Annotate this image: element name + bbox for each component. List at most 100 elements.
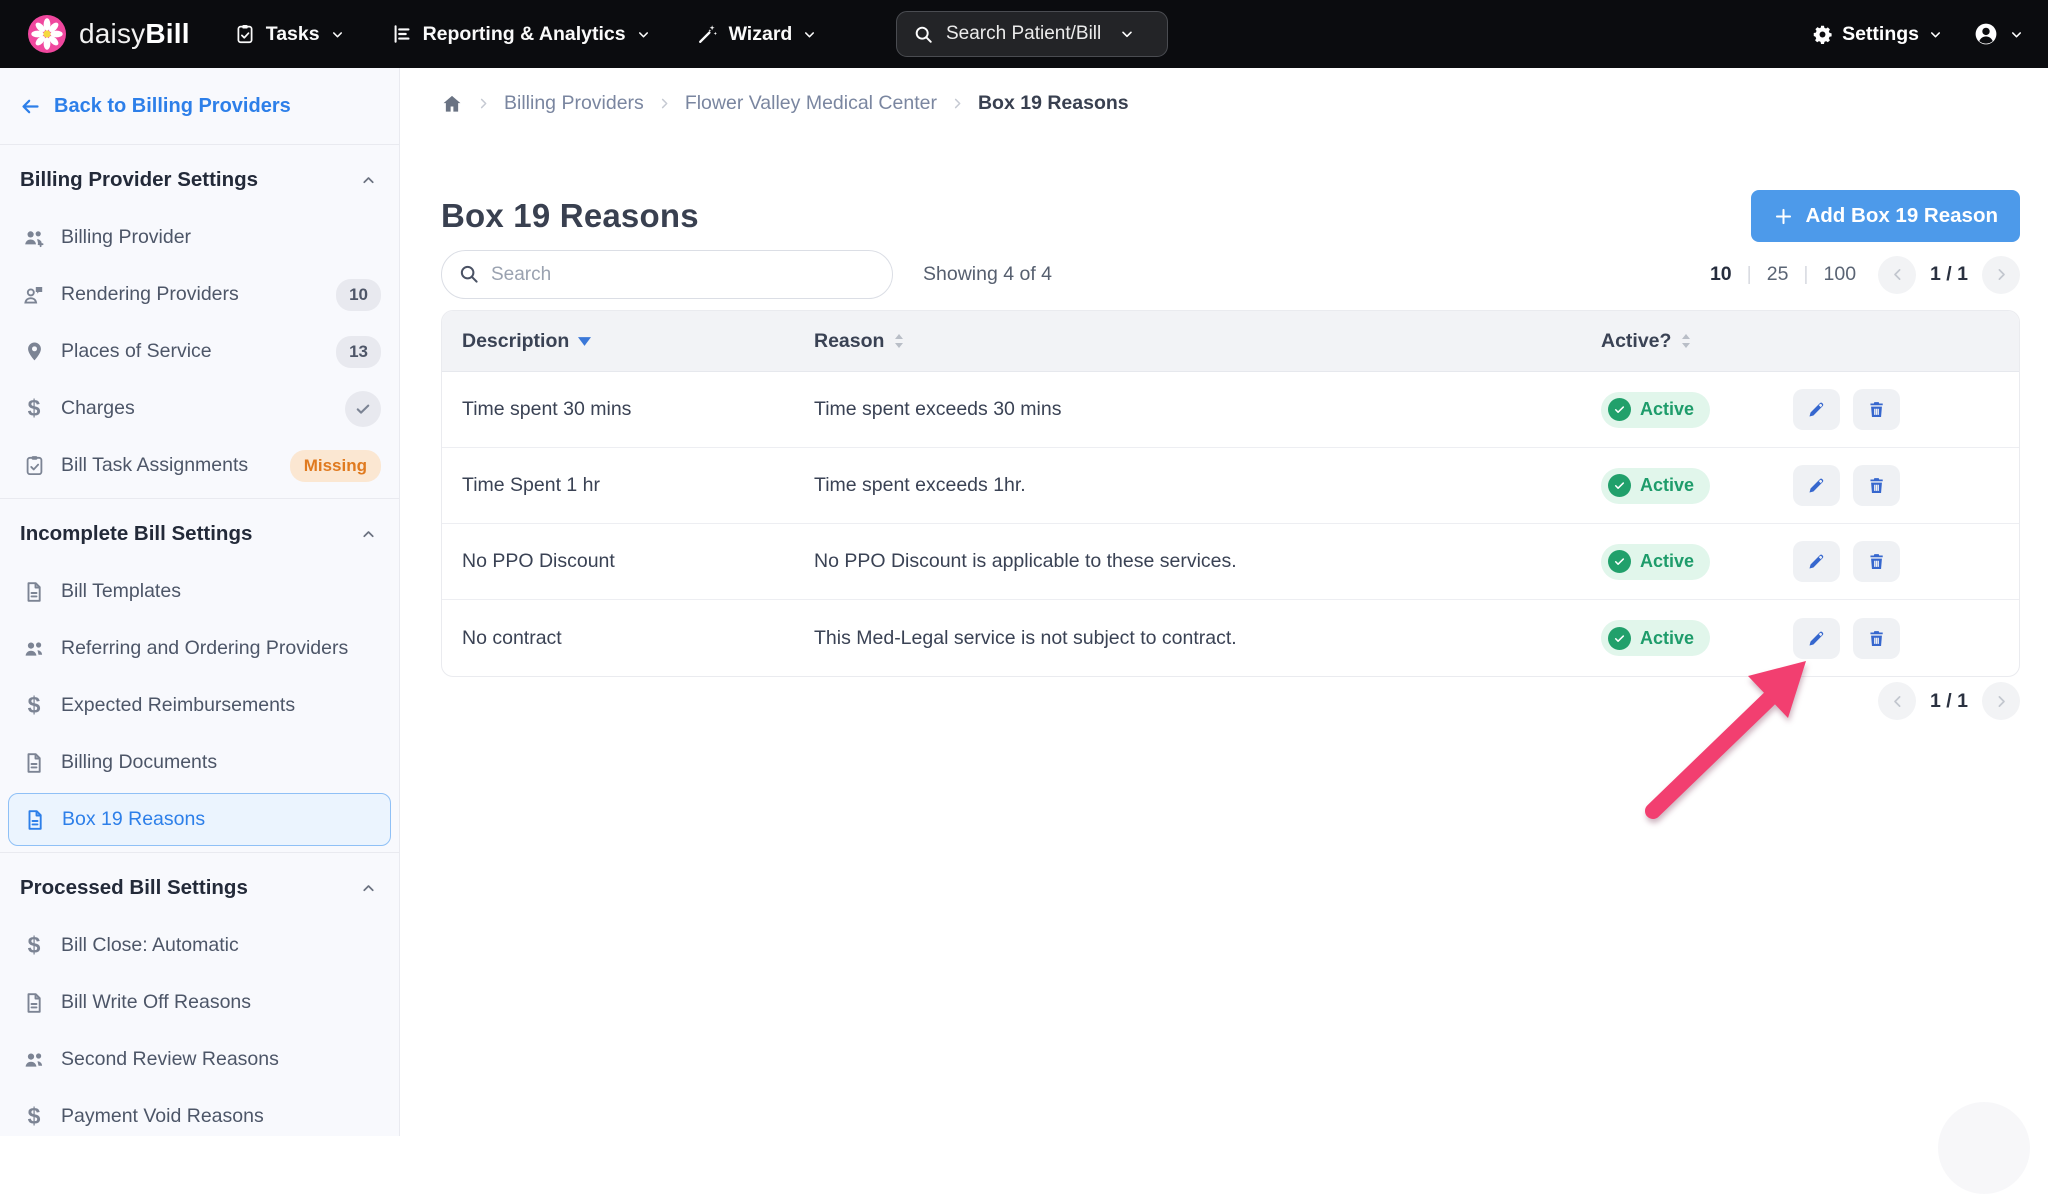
section-processed-bill-settings: Processed Bill Settings $ Bill Close: Au… — [0, 853, 399, 1136]
sidebar-item-billing-provider[interactable]: Billing Provider — [0, 209, 399, 266]
table-row: No PPO Discount No PPO Discount is appli… — [442, 524, 2019, 600]
settings-sidebar: Back to Billing Providers Billing Provid… — [0, 68, 400, 1136]
nav-tasks-label: Tasks — [266, 23, 320, 46]
chevron-up-icon — [360, 172, 377, 189]
wand-icon — [697, 23, 719, 45]
sidebar-item-bill-task-assignments[interactable]: Bill Task Assignments Missing — [0, 437, 399, 494]
column-label: Active? — [1601, 330, 1671, 353]
arrow-left-icon — [20, 96, 41, 117]
sidebar-item-charges[interactable]: $ Charges — [0, 380, 399, 437]
cell-description: Time Spent 1 hr — [442, 474, 794, 497]
help-widget-peek[interactable] — [1938, 1102, 2030, 1194]
section-incomplete-bill-settings: Incomplete Bill Settings Bill Templates … — [0, 499, 399, 853]
sidebar-item-payment-void-reasons[interactable]: $ Payment Void Reasons — [0, 1088, 399, 1136]
search-icon — [913, 24, 934, 45]
breadcrumb-current-page: Box 19 Reasons — [978, 92, 1129, 115]
next-page-button[interactable] — [1982, 682, 2020, 720]
trash-icon — [1866, 475, 1887, 496]
sidebar-item-bill-close-automatic[interactable]: $ Bill Close: Automatic — [0, 917, 399, 974]
nav-tasks[interactable]: Tasks — [234, 23, 345, 46]
edit-button[interactable] — [1793, 541, 1840, 582]
sidebar-item-rendering-providers[interactable]: Rendering Providers 10 — [0, 266, 399, 323]
column-header-description[interactable]: Description — [442, 330, 794, 353]
check-circle-icon — [1608, 627, 1631, 650]
chevron-up-icon — [360, 526, 377, 543]
users-icon — [20, 637, 48, 661]
tasks-clipboard-icon — [234, 23, 256, 45]
sidebar-item-second-review-reasons[interactable]: Second Review Reasons — [0, 1031, 399, 1088]
edit-button[interactable] — [1793, 465, 1840, 506]
add-button-label: Add Box 19 Reason — [1805, 204, 1998, 228]
brand-logo[interactable]: daisyBill — [28, 15, 190, 53]
chevron-down-icon — [802, 27, 817, 42]
edit-button[interactable] — [1793, 618, 1840, 659]
chevron-down-icon — [1119, 26, 1135, 42]
sidebar-item-label: Charges — [61, 397, 135, 420]
breadcrumb-billing-providers[interactable]: Billing Providers — [504, 92, 644, 115]
sidebar-item-label: Bill Close: Automatic — [61, 934, 239, 957]
sidebar-item-label: Rendering Providers — [61, 283, 239, 306]
sidebar-item-bill-templates[interactable]: Bill Templates — [0, 563, 399, 620]
sidebar-item-label: Bill Task Assignments — [61, 454, 248, 477]
delete-button[interactable] — [1853, 618, 1900, 659]
sidebar-item-label: Box 19 Reasons — [62, 808, 205, 831]
count-badge: 13 — [336, 336, 381, 368]
trash-icon — [1866, 399, 1887, 420]
search-input[interactable] — [441, 250, 893, 299]
sidebar-item-label: Billing Provider — [61, 226, 191, 249]
user-avatar-icon — [1973, 21, 1999, 47]
edit-button[interactable] — [1793, 389, 1840, 430]
breadcrumb-flower-valley-medical-center[interactable]: Flower Valley Medical Center — [685, 92, 937, 115]
top-navbar: daisyBill Tasks Reporting & Analytics Wi… — [0, 0, 2048, 68]
add-box-19-reason-button[interactable]: Add Box 19 Reason — [1751, 190, 2020, 242]
nav-wizard[interactable]: Wizard — [697, 23, 818, 46]
delete-button[interactable] — [1853, 541, 1900, 582]
sidebar-item-places-of-service[interactable]: Places of Service 13 — [0, 323, 399, 380]
delete-button[interactable] — [1853, 389, 1900, 430]
back-link-label: Back to Billing Providers — [54, 95, 291, 118]
status-label: Active — [1640, 551, 1694, 572]
section-title: Incomplete Bill Settings — [20, 522, 252, 546]
document-icon — [21, 808, 49, 832]
home-icon[interactable] — [441, 93, 463, 115]
nav-settings[interactable]: Settings — [1812, 23, 1943, 46]
analytics-icon — [391, 23, 413, 45]
back-to-billing-providers-link[interactable]: Back to Billing Providers — [0, 68, 399, 145]
page-indicator: 1 / 1 — [1930, 263, 1968, 286]
section-header-processed-bill-settings[interactable]: Processed Bill Settings — [0, 859, 399, 917]
global-search-button[interactable]: Search Patient/Bill — [896, 11, 1168, 57]
cell-description: No PPO Discount — [442, 550, 794, 573]
dollar-icon: $ — [20, 1105, 48, 1128]
sort-icon — [1680, 333, 1692, 349]
prev-page-button[interactable] — [1878, 256, 1916, 294]
page-size-10[interactable]: 10 — [1710, 263, 1732, 286]
section-header-incomplete-bill-settings[interactable]: Incomplete Bill Settings — [0, 505, 399, 563]
section-header-billing-provider-settings[interactable]: Billing Provider Settings — [0, 151, 399, 209]
sidebar-item-box-19-reasons[interactable]: Box 19 Reasons — [8, 793, 391, 846]
section-billing-provider-settings: Billing Provider Settings Billing Provid… — [0, 145, 399, 499]
sidebar-item-label: Bill Templates — [61, 580, 181, 603]
chevron-down-icon — [330, 27, 345, 42]
next-page-button[interactable] — [1982, 256, 2020, 294]
nav-reporting-label: Reporting & Analytics — [423, 23, 626, 46]
sidebar-item-referring-and-ordering-providers[interactable]: Referring and Ordering Providers — [0, 620, 399, 677]
document-icon — [20, 580, 48, 604]
page-indicator: 1 / 1 — [1930, 690, 1968, 713]
chevron-down-icon — [2009, 27, 2024, 42]
sidebar-item-label: Bill Write Off Reasons — [61, 991, 251, 1014]
sidebar-item-label: Second Review Reasons — [61, 1048, 279, 1071]
delete-button[interactable] — [1853, 465, 1900, 506]
page-size-25[interactable]: 25 — [1767, 263, 1789, 286]
cell-reason: Time spent exceeds 30 mins — [794, 398, 1581, 421]
prev-page-button[interactable] — [1878, 682, 1916, 720]
section-title: Processed Bill Settings — [20, 876, 248, 900]
account-menu[interactable] — [1973, 21, 2024, 47]
sidebar-item-bill-write-off-reasons[interactable]: Bill Write Off Reasons — [0, 974, 399, 1031]
sidebar-item-billing-documents[interactable]: Billing Documents — [0, 734, 399, 791]
column-header-reason[interactable]: Reason — [794, 330, 1581, 353]
column-header-active[interactable]: Active? — [1581, 330, 1773, 353]
users-plus-icon — [20, 226, 48, 250]
sidebar-item-expected-reimbursements[interactable]: $ Expected Reimbursements — [0, 677, 399, 734]
page-size-100[interactable]: 100 — [1824, 263, 1857, 286]
nav-reporting-analytics[interactable]: Reporting & Analytics — [391, 23, 651, 46]
